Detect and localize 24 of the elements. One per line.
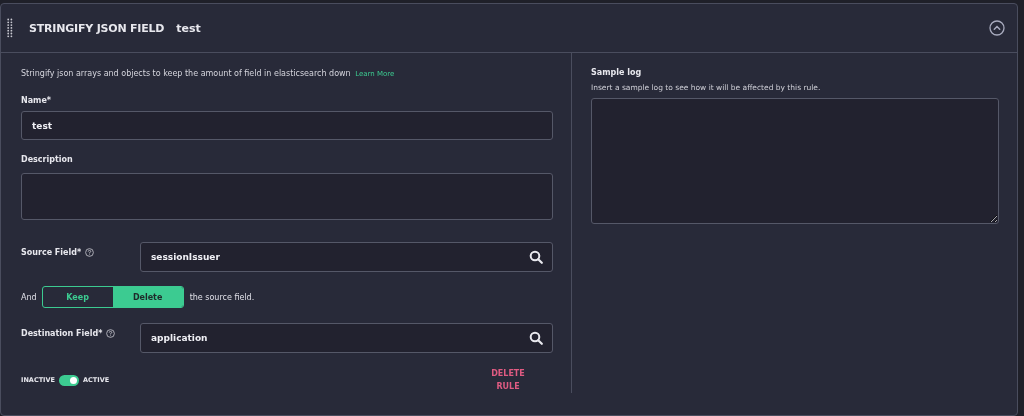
search-icon[interactable] xyxy=(529,331,543,345)
field-label: Destination Field* xyxy=(21,329,103,338)
destination-field[interactable]: application xyxy=(140,323,553,353)
name-field[interactable]: test xyxy=(21,111,553,140)
option-tab[interactable]: Delete xyxy=(112,287,183,307)
rule-name: test xyxy=(176,21,201,35)
search-icon[interactable] xyxy=(529,250,543,264)
section-title: Sample log xyxy=(591,68,643,77)
status-toggle[interactable] xyxy=(59,374,79,386)
help-icon[interactable] xyxy=(85,248,95,257)
field-label: Description xyxy=(21,155,74,164)
sentence-text: And xyxy=(21,292,37,302)
sample-log-field[interactable] xyxy=(591,98,999,224)
rule-type-title: STRINGIFY JSON FIELD xyxy=(29,21,165,35)
drag-handle-icon[interactable] xyxy=(7,18,13,38)
field-label: Name* xyxy=(21,96,53,105)
source-field[interactable]: sessionIssuer xyxy=(140,242,553,272)
help-icon[interactable] xyxy=(106,329,116,338)
collapse-button[interactable] xyxy=(989,20,1005,36)
sentence-text: the source field. xyxy=(189,292,255,302)
field-label: Source Field* xyxy=(21,248,82,257)
option-tab[interactable]: Keep xyxy=(42,287,113,307)
delete-rule-button[interactable]: DELETE RULE xyxy=(488,367,528,393)
description-field[interactable] xyxy=(21,173,553,220)
